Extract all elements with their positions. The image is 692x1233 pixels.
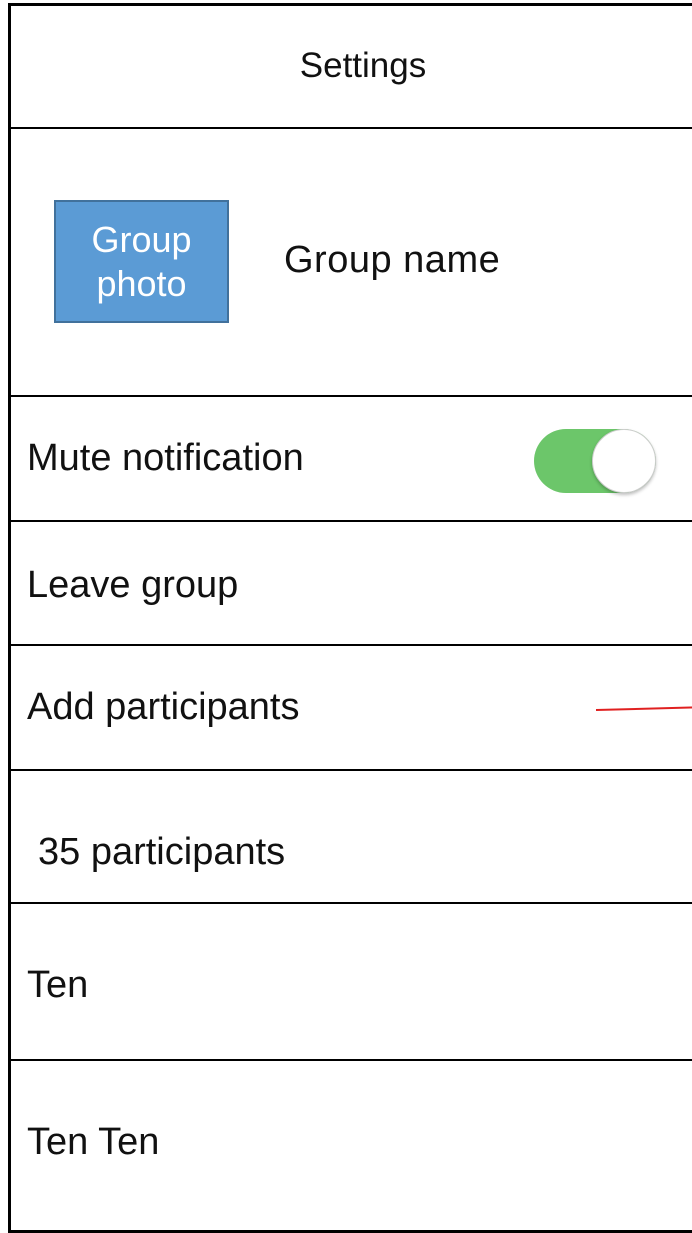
leave-group-row[interactable]: Leave group <box>8 522 692 646</box>
add-participants-row[interactable]: Add participants <box>8 646 692 771</box>
group-photo[interactable]: Group photo <box>54 200 229 323</box>
participants-count-row: 35 participants <box>8 771 692 904</box>
settings-header: Settings <box>8 4 692 129</box>
toggle-knob <box>592 429 656 493</box>
participant-name: Ten Ten <box>27 1121 160 1163</box>
participant-name: Ten <box>27 964 89 1006</box>
group-name[interactable]: Group name <box>284 239 500 282</box>
participant-list-item[interactable]: Ten Ten <box>8 1061 692 1231</box>
add-participants-label: Add participants <box>27 686 300 728</box>
leave-group-label: Leave group <box>27 564 239 606</box>
mute-notification-row: Mute notification <box>8 397 692 522</box>
group-info-row: Group photo Group name <box>8 129 692 397</box>
page-title: Settings <box>299 45 427 85</box>
mute-notification-toggle[interactable] <box>534 429 656 493</box>
participant-list-item[interactable]: Ten <box>8 904 692 1061</box>
red-annotation-line <box>595 706 692 711</box>
mute-notification-label: Mute notification <box>27 437 304 479</box>
participants-count-label: 35 participants <box>38 831 286 873</box>
